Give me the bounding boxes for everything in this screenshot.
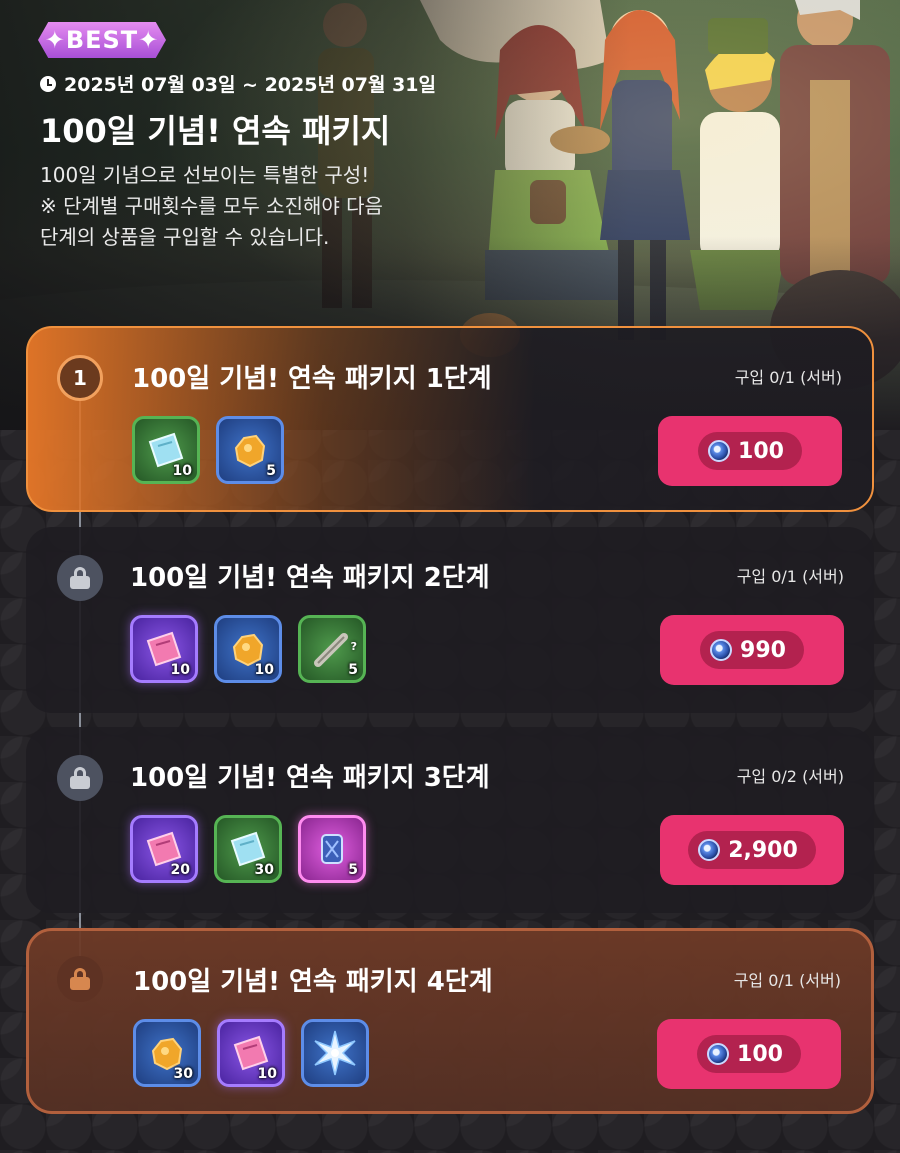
price-tag: 990 (700, 631, 804, 669)
purchase-count: 구입 0/1 (서버) (734, 368, 842, 387)
item-quantity: 10 (170, 662, 190, 678)
price-value: 990 (740, 637, 786, 663)
description-line: 100일 기념으로 선보이는 특별한 구성! (40, 163, 370, 187)
gem-coin-icon (698, 839, 721, 861)
item-quantity: 20 (170, 862, 190, 878)
purchase-count: 구입 0/1 (서버) (733, 971, 841, 990)
gem-coin-icon (707, 1043, 730, 1065)
reward-items: 10 5 (132, 416, 284, 484)
stage-lock-marker (57, 555, 103, 601)
package-description: 100일 기념으로 선보이는 특별한 구성! ※ 단계별 구매횟수를 모두 소진… (40, 160, 480, 253)
gold-ore-icon[interactable]: 5 (216, 416, 284, 484)
stage-card-2[interactable]: 100일 기념! 연속 패키지 2단계 구입 0/1 (서버) 10 10 ? … (26, 527, 874, 713)
unknown-mark: ? (350, 640, 357, 653)
buy-button[interactable]: 2,900 (660, 815, 844, 885)
purchase-count: 구입 0/1 (서버) (736, 567, 844, 586)
stage-card-1[interactable]: 100일 기념! 연속 패키지 1단계 구입 0/1 (서버) 10 5 100 (26, 326, 874, 512)
stage-card-3[interactable]: 100일 기념! 연속 패키지 3단계 구입 0/2 (서버) 20 30 5 … (26, 727, 874, 913)
price-value: 100 (737, 1041, 783, 1067)
description-line: 단계의 상품을 구입할 수 있습니다. (40, 225, 330, 249)
item-quantity: 30 (173, 1066, 193, 1082)
gold-ore-icon[interactable]: 10 (214, 615, 282, 683)
mystery-scroll-icon[interactable]: ? 5 (298, 615, 366, 683)
gold-ore-icon[interactable]: 30 (133, 1019, 201, 1087)
lock-icon (70, 968, 90, 990)
item-quantity: 30 (254, 862, 274, 878)
reward-items: 10 10 ? 5 (130, 615, 366, 683)
purple-ticket-icon[interactable]: 20 (130, 815, 198, 883)
star-crystal-icon[interactable] (301, 1019, 369, 1087)
price-value: 100 (738, 438, 784, 464)
stage-card-4[interactable]: 100일 기념! 연속 패키지 4단계 구입 0/1 (서버) 30 10 10… (26, 928, 874, 1114)
stage-step-marker: 1 (57, 355, 103, 401)
lock-icon (70, 767, 90, 789)
buy-button[interactable]: 100 (658, 416, 842, 486)
price-tag: 2,900 (688, 831, 816, 869)
stage-title: 100일 기념! 연속 패키지 1단계 (132, 364, 492, 394)
gem-coin-icon (708, 440, 731, 462)
stage-lock-marker (57, 755, 103, 801)
stage-title: 100일 기념! 연속 패키지 3단계 (130, 763, 490, 793)
gem-coin-icon (710, 639, 733, 661)
price-tag: 100 (697, 1035, 801, 1073)
clock-icon (40, 75, 56, 92)
date-range-text: 2025년 07월 03일 ~ 2025년 07월 31일 (64, 74, 437, 96)
buy-button[interactable]: 990 (660, 615, 844, 685)
purple-ticket-icon[interactable]: 10 (130, 615, 198, 683)
page-title: 100일 기념! 연속 패키지 (40, 112, 391, 150)
buy-button[interactable]: 100 (657, 1019, 841, 1089)
item-quantity: 5 (266, 463, 276, 479)
item-quantity: 10 (254, 662, 274, 678)
purple-ticket-icon[interactable]: 10 (217, 1019, 285, 1087)
event-period: 2025년 07월 03일 ~ 2025년 07월 31일 (40, 70, 436, 97)
best-badge: ✦BEST✦ (38, 22, 166, 58)
stage-lock-marker (57, 956, 103, 1002)
item-quantity: 10 (172, 463, 192, 479)
item-quantity: 5 (348, 662, 358, 678)
green-ticket-icon[interactable]: 10 (132, 416, 200, 484)
purchase-count: 구입 0/2 (서버) (736, 767, 844, 786)
green-ticket-icon[interactable]: 30 (214, 815, 282, 883)
stage-title: 100일 기념! 연속 패키지 4단계 (133, 967, 493, 997)
crystal-scroll-icon[interactable]: 5 (298, 815, 366, 883)
stage-title: 100일 기념! 연속 패키지 2단계 (130, 563, 490, 593)
description-line: ※ 단계별 구매횟수를 모두 소진해야 다음 (40, 194, 383, 218)
item-quantity: 5 (348, 862, 358, 878)
price-tag: 100 (698, 432, 802, 470)
reward-items: 30 10 (133, 1019, 369, 1087)
price-value: 2,900 (728, 837, 798, 863)
lock-icon (70, 567, 90, 589)
item-quantity: 10 (257, 1066, 277, 1082)
reward-items: 20 30 5 (130, 815, 366, 883)
